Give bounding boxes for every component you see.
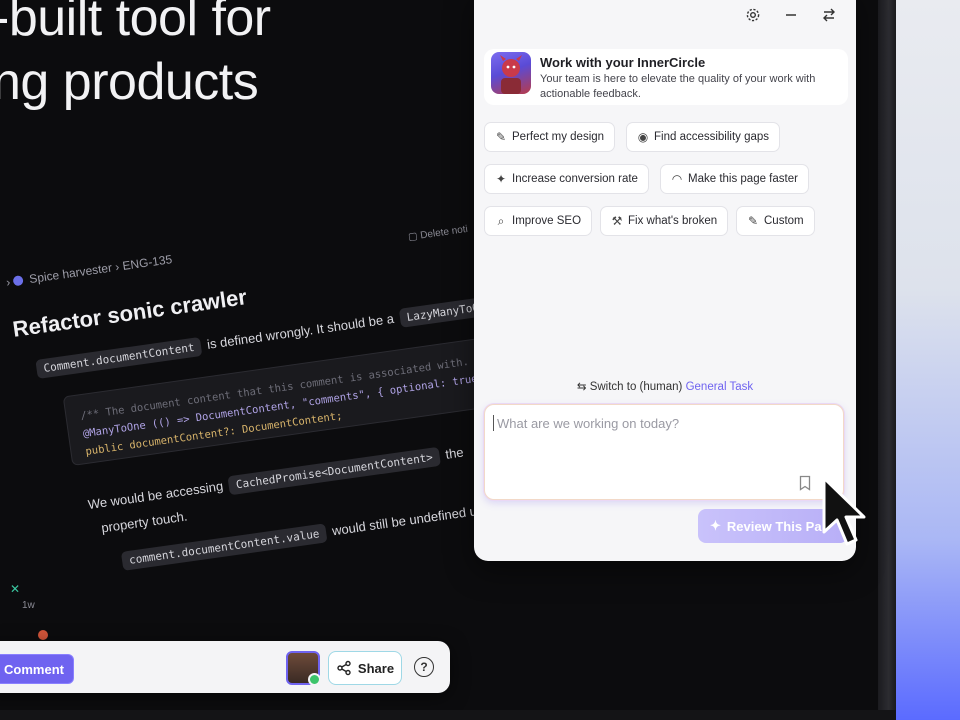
suggestion-improve-seo[interactable]: ⌕ Improve SEO xyxy=(484,206,593,236)
swap-icon: ⇆ xyxy=(576,381,587,393)
bottom-toolbar: Comment Share ? xyxy=(0,641,450,693)
suggestion-find-accessibility-gaps[interactable]: ◉ Find accessibility gaps xyxy=(626,122,781,152)
general-task-link[interactable]: General Task xyxy=(686,381,754,393)
comment-button[interactable]: Comment xyxy=(0,654,74,684)
help-button[interactable]: ? xyxy=(414,657,434,677)
code-chip: comment.documentContent.value xyxy=(120,523,328,571)
monitor-bezel xyxy=(878,0,896,720)
activity-time: 1w xyxy=(22,600,35,611)
prompt-input[interactable] xyxy=(495,415,819,432)
character-icon xyxy=(500,55,522,94)
suggestion-fix-whats-broken[interactable]: ⚒ Fix what's broken xyxy=(600,206,729,236)
hero-line-2: ng products xyxy=(0,53,259,111)
share-icon xyxy=(337,660,351,676)
suggestion-make-this-page-faster[interactable]: ◠ Make this page faster xyxy=(660,164,809,194)
search-icon: ⌕ xyxy=(497,213,505,228)
mouse-pointer-icon xyxy=(822,476,866,546)
avatar[interactable] xyxy=(286,651,321,686)
issue-title: Refactor sonic crawler xyxy=(11,284,249,342)
text-cursor xyxy=(493,415,494,431)
bookmark-icon[interactable] xyxy=(799,475,811,491)
breadcrumb-issue-id[interactable]: ENG-135 xyxy=(122,252,173,273)
code-chip: CachedPromise<DocumentContent> xyxy=(227,446,442,496)
swap-icon[interactable] xyxy=(820,6,838,24)
online-status-icon xyxy=(308,673,321,686)
code-chip: Comment.documentContent xyxy=(35,336,203,379)
minimize-icon[interactable] xyxy=(782,6,800,24)
breadcrumb-project[interactable]: Spice harvester xyxy=(28,261,113,286)
switch-mode-row[interactable]: ⇆ Switch to (human) General Task xyxy=(474,379,856,393)
intro-card: Work with your InnerCircle Your team is … xyxy=(484,49,848,105)
suggestion-increase-conversion-rate[interactable]: ✦ Increase conversion rate xyxy=(484,164,649,194)
prompt-box xyxy=(484,404,844,500)
eye-icon: ◉ xyxy=(637,130,649,144)
suggestion-perfect-my-design[interactable]: ✎ Perfect my design xyxy=(484,122,616,152)
project-icon xyxy=(12,275,25,287)
intro-title: Work with your InnerCircle xyxy=(540,55,706,70)
sparkle-icon: ✦ xyxy=(710,518,721,533)
status-dot-icon xyxy=(38,630,48,640)
share-button[interactable]: Share xyxy=(328,651,402,685)
branch-icon: ✕ xyxy=(10,582,21,596)
share-label: Share xyxy=(357,660,395,676)
gear-icon[interactable] xyxy=(744,6,762,24)
desktop-background xyxy=(890,0,960,720)
innercircle-panel: Work with your InnerCircle Your team is … xyxy=(474,0,856,561)
issue-paragraph: property touch. xyxy=(100,508,189,536)
breadcrumb: › Spice harvester › ENG-135 xyxy=(5,252,174,290)
pencil-icon: ✎ xyxy=(495,130,507,144)
innercircle-avatar xyxy=(491,52,531,94)
pencil-icon: ✎ xyxy=(747,214,759,228)
suggestion-custom[interactable]: ✎ Custom xyxy=(736,206,815,236)
intro-description: Your team is here to elevate the quality… xyxy=(540,73,816,100)
hero-headline: -built tool for ng products xyxy=(0,0,271,114)
wrench-icon: ⚒ xyxy=(611,214,623,228)
monitor-bottom-edge xyxy=(0,710,896,720)
panel-header xyxy=(474,0,856,30)
speedometer-icon: ◠ xyxy=(671,172,683,186)
sparkle-icon: ✦ xyxy=(495,172,507,186)
hero-line-1: -built tool for xyxy=(0,0,271,47)
